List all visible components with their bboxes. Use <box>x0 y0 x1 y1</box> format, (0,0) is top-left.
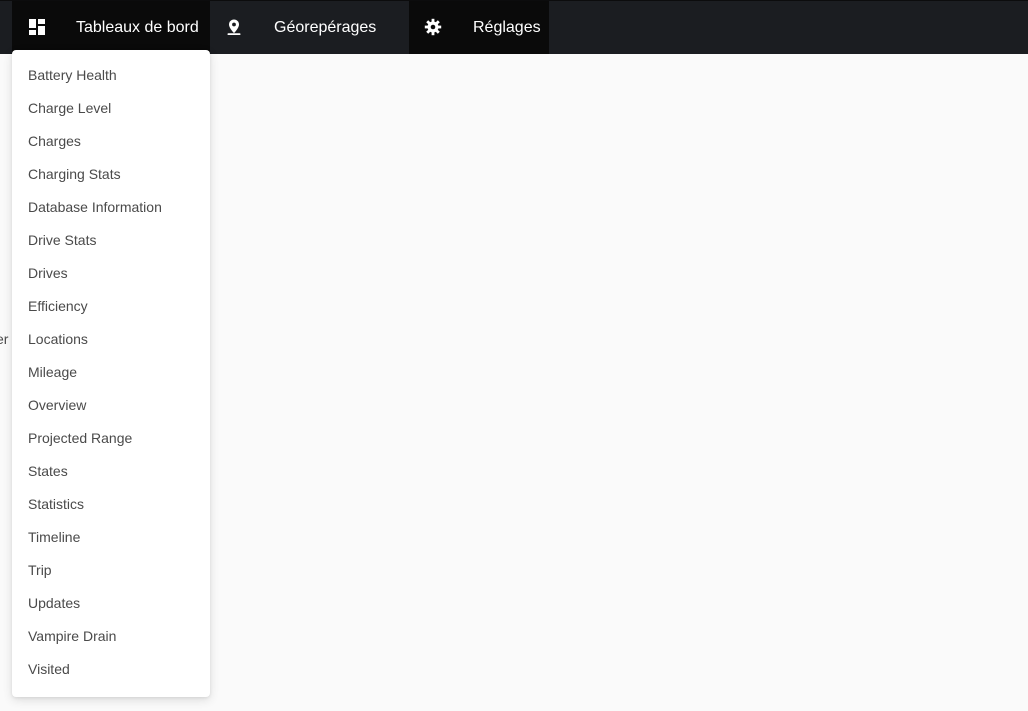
map-pin-icon <box>227 19 241 35</box>
dashboards-dropdown-menu: Battery Health Charge Level Charges Char… <box>12 50 210 697</box>
nav-dashboards-label: Tableaux de bord <box>76 19 199 36</box>
menu-item-efficiency[interactable]: Efficiency <box>12 290 210 323</box>
menu-item-vampire-drain[interactable]: Vampire Drain <box>12 620 210 653</box>
nav-settings[interactable]: Réglages <box>409 1 549 54</box>
nav-settings-label: Réglages <box>473 19 541 36</box>
menu-item-locations[interactable]: Locations <box>12 323 210 356</box>
nav-geofences-label: Géorepérages <box>274 19 377 36</box>
menu-item-statistics[interactable]: Statistics <box>12 488 210 521</box>
dashboard-icon <box>29 19 45 35</box>
menu-item-charging-stats[interactable]: Charging Stats <box>12 158 210 191</box>
menu-item-visited[interactable]: Visited <box>12 653 210 686</box>
menu-item-charge-level[interactable]: Charge Level <box>12 92 210 125</box>
top-navbar: Tableaux de bord Géorepérages Réglages <box>0 0 1028 54</box>
menu-item-trip[interactable]: Trip <box>12 554 210 587</box>
gear-icon <box>424 18 442 36</box>
menu-item-timeline[interactable]: Timeline <box>12 521 210 554</box>
menu-item-charges[interactable]: Charges <box>12 125 210 158</box>
nav-geofences[interactable]: Géorepérages <box>210 1 408 54</box>
background-clipped-text: er <box>0 331 9 347</box>
menu-item-database-information[interactable]: Database Information <box>12 191 210 224</box>
nav-dashboards[interactable]: Tableaux de bord <box>12 1 210 54</box>
menu-item-drives[interactable]: Drives <box>12 257 210 290</box>
menu-item-overview[interactable]: Overview <box>12 389 210 422</box>
menu-item-updates[interactable]: Updates <box>12 587 210 620</box>
menu-item-drive-stats[interactable]: Drive Stats <box>12 224 210 257</box>
menu-item-battery-health[interactable]: Battery Health <box>12 59 210 92</box>
menu-item-states[interactable]: States <box>12 455 210 488</box>
menu-item-projected-range[interactable]: Projected Range <box>12 422 210 455</box>
menu-item-mileage[interactable]: Mileage <box>12 356 210 389</box>
